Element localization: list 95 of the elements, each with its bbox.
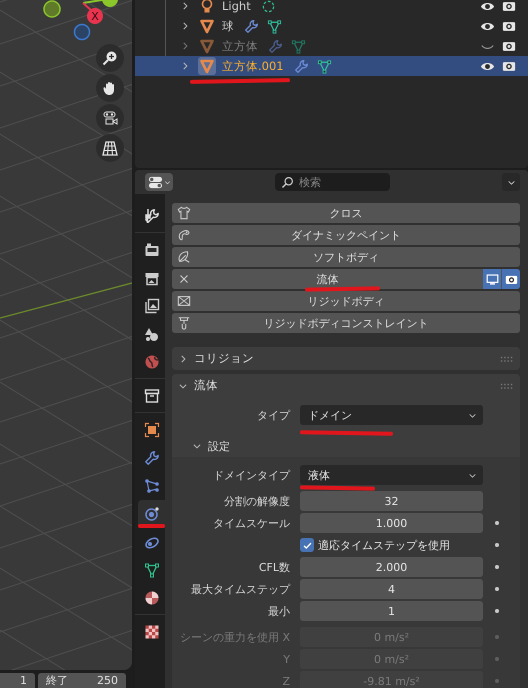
physics-button[interactable]: リジッドボディコンストレイント (172, 313, 520, 333)
number-field[interactable]: 1 (300, 601, 483, 621)
sphere-icon (144, 590, 160, 606)
outliner-row[interactable]: Light (135, 0, 528, 16)
mesh-icon (291, 38, 306, 54)
panel-title: 流体 (194, 378, 218, 393)
triangle-icon (198, 57, 216, 75)
shapes-icon (144, 326, 160, 342)
editor-type-button[interactable] (145, 173, 173, 191)
keyframe-dot[interactable] (494, 565, 498, 569)
viewport-toggle[interactable] (483, 269, 501, 289)
field-label: CFL数 (258, 560, 291, 574)
keyframe-dot[interactable] (494, 521, 498, 525)
field-label: Z (281, 674, 291, 688)
number-field[interactable]: 1.000 (300, 513, 483, 533)
mesh-icon (144, 562, 160, 578)
search-field[interactable]: 検索 (275, 173, 390, 191)
field-label: 最大タイムステップ (190, 582, 292, 596)
leaf-icon (177, 250, 191, 264)
triangle-icon (198, 37, 216, 55)
panel-header[interactable]: 流体 (172, 374, 520, 397)
dropdown-field[interactable]: 液体 (300, 465, 483, 485)
panel-title: 設定 (208, 438, 230, 454)
globe-icon (144, 354, 160, 370)
camera-icon[interactable] (502, 19, 516, 33)
physics-button[interactable]: ソフトボディ (172, 247, 520, 267)
grid-icon (102, 140, 118, 156)
hook-icon (177, 316, 191, 330)
outliner-row[interactable]: 立方体 (135, 36, 528, 56)
wrench-icon (144, 450, 160, 466)
shirt-icon (177, 206, 191, 220)
remove-physics-button[interactable]: 流体 (172, 269, 520, 289)
checkbox[interactable] (300, 538, 314, 552)
brush-icon (177, 228, 191, 242)
field-label: Y (282, 652, 291, 666)
object-name: 球 (222, 18, 234, 34)
nodes-icon (144, 478, 160, 494)
zoom-button[interactable] (96, 44, 124, 72)
field-label: タイムスケール (212, 516, 291, 530)
panel-header[interactable]: 設定 (172, 435, 520, 457)
mesh-icon (316, 58, 332, 74)
panel-title: コリジョン (194, 351, 254, 366)
camera-view-button[interactable] (96, 104, 124, 132)
keyframe-dot[interactable] (494, 609, 498, 613)
monitor-icon (486, 272, 498, 286)
number-field[interactable]: 2.000 (300, 557, 483, 577)
dropdown-field[interactable]: ドメイン (300, 405, 483, 425)
camera-icon[interactable] (502, 0, 516, 13)
box-icon (144, 388, 160, 404)
field-label: タイプ (256, 408, 292, 422)
video-camera-icon (102, 110, 118, 126)
printer-icon (144, 270, 160, 286)
wrench-icon (244, 18, 259, 34)
square-icon (144, 422, 160, 438)
search-icon (281, 176, 294, 188)
light-data-icon (260, 0, 276, 14)
toggles-icon (148, 174, 162, 190)
render-toggle[interactable] (502, 269, 520, 289)
tool-icon (144, 208, 160, 224)
axis-gizmo-drawing[interactable] (43, 0, 118, 40)
mesh-icon (267, 18, 282, 34)
image-stack-icon (144, 298, 160, 314)
camera-icon[interactable] (502, 59, 516, 73)
object-name: 立方体 (222, 38, 258, 54)
physics-button[interactable]: クロス (172, 203, 520, 223)
keyframe-dot[interactable] (494, 587, 498, 591)
triangle-icon (198, 17, 216, 35)
number-field[interactable]: 32 (300, 491, 483, 511)
checker-icon (144, 624, 160, 640)
camera-icon[interactable] (502, 39, 516, 53)
checkbox-label: 適応タイムステップを使用 (318, 538, 450, 552)
wrench-icon (294, 58, 309, 74)
pan-button[interactable] (96, 74, 124, 102)
field-label: ドメインタイプ (212, 468, 292, 482)
frame-icon (177, 294, 191, 308)
zoom-icon (102, 50, 118, 66)
wrench-icon (268, 38, 283, 54)
keyframe-dot[interactable] (494, 543, 498, 547)
orbit-icon (144, 506, 160, 522)
field-label: 最小 (267, 604, 291, 618)
field-label: 分割の解像度 (223, 494, 291, 508)
end-frame-field[interactable]: 終了 250 (38, 673, 126, 688)
axis-label: X (91, 10, 99, 23)
physics-button[interactable]: リジッドボディ (172, 291, 520, 311)
panel-header[interactable]: コリジョン (172, 347, 520, 370)
physics-button[interactable]: ダイナミックペイント (172, 225, 520, 245)
object-name: Light (222, 0, 251, 13)
start-frame-field[interactable]: 1 (0, 673, 35, 688)
camera-back-icon (144, 242, 160, 258)
caret-icon (164, 178, 170, 186)
perspective-button[interactable] (96, 134, 124, 162)
outliner-row[interactable]: 球 (135, 16, 528, 36)
number-field[interactable]: 4 (300, 579, 483, 599)
object-name: 立方体.001 (222, 58, 284, 74)
field-label: シーンの重力を使用 X (178, 630, 291, 644)
